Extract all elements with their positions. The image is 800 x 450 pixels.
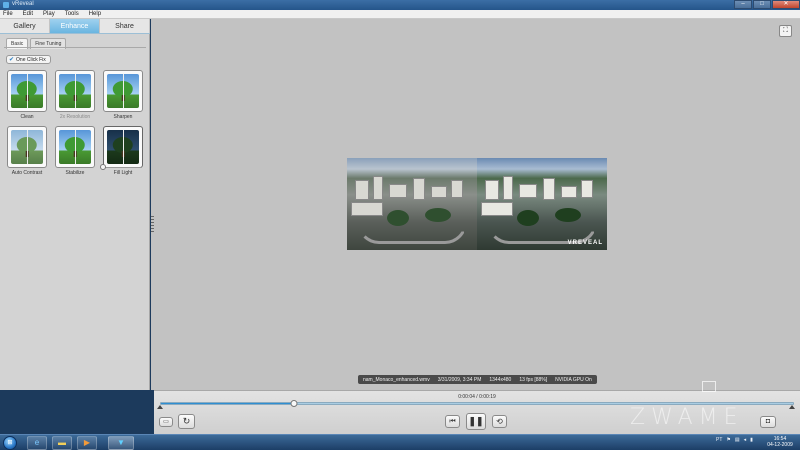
wand-icon: ✔ (9, 57, 15, 63)
rotate-icon: ↻ (182, 416, 191, 426)
loop-button[interactable]: ⟲ (492, 415, 507, 428)
effect-thumbnail (103, 70, 143, 112)
video-original-half (347, 158, 477, 250)
effect-sharpen[interactable]: Sharpen (103, 70, 143, 120)
taskbar: ⊞ e ▬ ▶ ▼ PT ⚑ ▤ ◂ ▮ 16:54 04-12-2009 (0, 434, 800, 450)
explorer-icon[interactable]: ▬ (52, 436, 72, 450)
loop-icon: ⟲ (496, 417, 503, 426)
effect-auto-contrast[interactable]: Auto Contrast (7, 126, 47, 176)
main-tabs: Gallery Enhance Share (0, 19, 150, 34)
app-icon (3, 2, 9, 8)
effect-thumbnail (103, 126, 143, 168)
maximize-button[interactable]: □ (753, 0, 771, 9)
minimize-button[interactable]: – (734, 0, 752, 9)
divider (4, 47, 146, 48)
effect-label: 2x Resolution (59, 114, 91, 120)
effect-label: Fill Light (113, 170, 133, 176)
menu-play[interactable]: Play (43, 11, 55, 17)
fullscreen-button[interactable]: ⛶ (779, 25, 792, 37)
split-view-icon: ▭ (163, 419, 169, 425)
video-watermark: VREVEAL (567, 240, 603, 246)
effect-thumbnail (55, 126, 95, 168)
snapshot-button[interactable]: ◘ (760, 416, 776, 428)
ie-icon[interactable]: e (27, 436, 47, 450)
menu-bar: File Edit Play Tools Help (0, 10, 800, 19)
window-controls: – □ ✕ (733, 0, 800, 10)
windows-orb-icon[interactable]: ⊞ (3, 436, 17, 450)
video-frame[interactable]: VREVEAL (347, 158, 607, 250)
close-button[interactable]: ✕ (772, 0, 800, 9)
title-bar: vReveal – □ ✕ (0, 0, 800, 10)
effect-label: Stabilize (65, 170, 85, 176)
pause-button[interactable]: ❚❚ (466, 413, 486, 430)
vreveal-window: vReveal – □ ✕ File Edit Play Tools Help … (0, 0, 800, 450)
info-filename: nam_Monaco_enhanced.wmv (363, 376, 430, 383)
effect-clean[interactable]: Clean (7, 70, 47, 120)
seek-bar-handle[interactable] (290, 400, 298, 407)
video-enhanced-half: VREVEAL (477, 158, 607, 250)
timecode: 0:00:04 / 0:00:19 (458, 394, 496, 400)
tab-gallery[interactable]: Gallery (0, 19, 50, 33)
one-click-fix-label: One Click Fix (16, 56, 46, 63)
tab-enhance[interactable]: Enhance (50, 19, 100, 33)
previous-frame-button[interactable]: ⏮ (445, 415, 460, 428)
effect-2x-resolution[interactable]: 2x Resolution (55, 70, 95, 120)
info-resolution: 1344x480 (489, 376, 512, 383)
menu-help[interactable]: Help (89, 11, 101, 17)
menu-tools[interactable]: Tools (65, 11, 79, 17)
fill-light-slider-track[interactable] (105, 167, 141, 168)
clock-date: 04-12-2009 (767, 442, 793, 448)
media-player-icon[interactable]: ▶ (77, 436, 97, 450)
volume-icon[interactable]: ◂ (744, 437, 747, 443)
one-click-fix-button[interactable]: ✔ One Click Fix (6, 55, 51, 64)
fullscreen-icon: ⛶ (783, 27, 788, 34)
info-fps: 13 fps [88%] (519, 376, 548, 383)
zwame-logo-icon (702, 381, 716, 392)
seek-bar-fill (161, 403, 294, 404)
effect-stabilize[interactable]: Stabilize (55, 126, 95, 176)
effect-label: Sharpen (113, 114, 133, 120)
enhance-panel: Gallery Enhance Share Basic Fine Tuning … (0, 19, 150, 390)
effect-thumbnail (7, 126, 47, 168)
tab-share[interactable]: Share (100, 19, 150, 33)
menu-file[interactable]: File (3, 11, 13, 17)
info-gpu: NVIDIA GPU On (555, 376, 592, 383)
power-icon[interactable]: ▮ (750, 437, 753, 443)
camera-icon: ◘ (765, 418, 771, 425)
view-mode-button[interactable]: ▭ (159, 417, 173, 427)
language-indicator[interactable]: PT (716, 437, 722, 443)
pause-icon: ❚❚ (468, 416, 484, 426)
effect-thumbnail (7, 70, 47, 112)
rotate-button[interactable]: ↻ (178, 414, 195, 429)
network-icon[interactable]: ▤ (735, 437, 740, 443)
trim-start-marker-icon[interactable] (157, 405, 163, 409)
clock[interactable]: 16:54 04-12-2009 (764, 436, 796, 448)
effect-label: Auto Contrast (11, 170, 43, 176)
info-date: 3/31/2009, 3:34 PM (437, 376, 482, 383)
vreveal-icon[interactable]: ▼ (108, 436, 134, 450)
video-viewer: ⛶ VREVEAL nam_Monaco_enhanced.wmv 3/31/2… (154, 19, 800, 390)
effect-label: Clean (20, 114, 34, 120)
trim-end-marker-icon[interactable] (789, 405, 795, 409)
window-title: vReveal (12, 1, 34, 7)
effect-thumbnail (55, 70, 95, 112)
flag-icon[interactable]: ⚑ (726, 437, 730, 443)
video-info-bar: nam_Monaco_enhanced.wmv 3/31/2009, 3:34 … (358, 375, 597, 384)
fill-light-slider-handle[interactable] (100, 164, 106, 170)
step-back-icon: ⏮ (449, 418, 456, 425)
effect-fill-light[interactable]: Fill Light (100, 126, 143, 176)
site-watermark: ZWAME (630, 405, 744, 430)
menu-edit[interactable]: Edit (23, 11, 33, 17)
system-tray: PT ⚑ ▤ ◂ ▮ (716, 437, 757, 443)
